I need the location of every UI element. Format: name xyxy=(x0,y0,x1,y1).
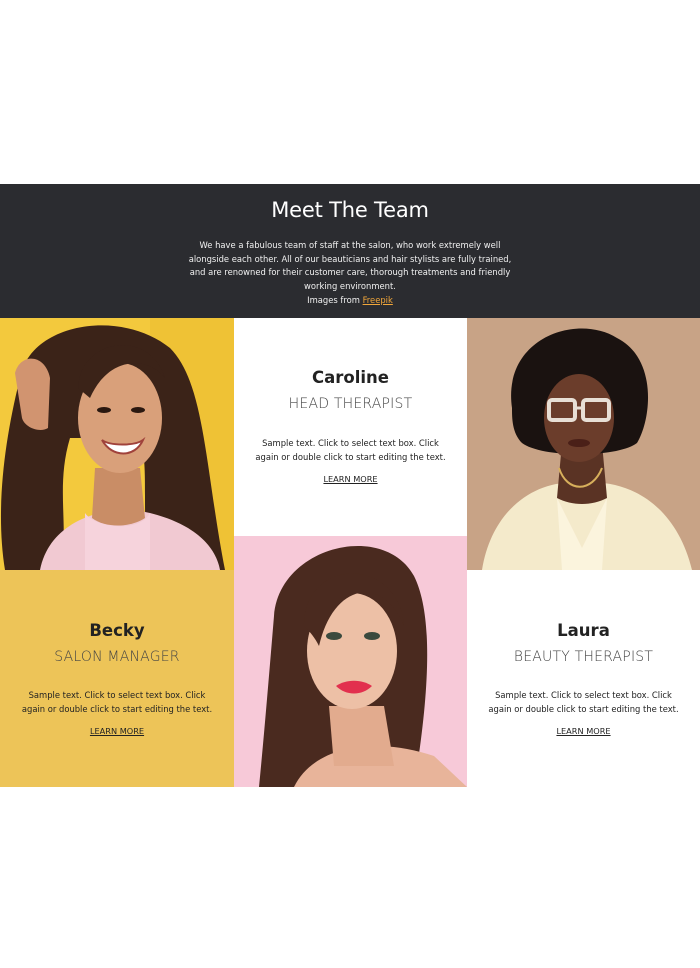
member-bio: Sample text. Click to select text box. C… xyxy=(488,690,679,714)
member-name: Laura xyxy=(557,621,610,640)
member-bio: Sample text. Click to select text box. C… xyxy=(21,690,213,714)
learn-more-link[interactable]: LEARN MORE xyxy=(234,474,467,484)
photo-woman-pink xyxy=(234,536,467,787)
member-name: Caroline xyxy=(312,368,389,387)
member-name: Becky xyxy=(89,621,145,640)
team-description: We have a fabulous team of staff at the … xyxy=(188,240,512,291)
team-header: Meet The Team We have a fabulous team of… xyxy=(0,184,700,318)
learn-more-link[interactable]: LEARN MORE xyxy=(0,726,234,736)
portrait-image-2 xyxy=(234,536,467,787)
team-card-laura: Laura BEAUTY THERAPIST Sample text. Clic… xyxy=(467,570,700,787)
photo-smiling-woman xyxy=(0,318,234,570)
image-credit: Images from Freepik xyxy=(0,295,700,305)
freepik-link[interactable]: Freepik xyxy=(363,295,393,305)
page-title: Meet The Team xyxy=(271,198,429,222)
member-bio: Sample text. Click to select text box. C… xyxy=(255,438,446,462)
credit-prefix: Images from xyxy=(307,295,363,305)
portrait-image-3 xyxy=(467,318,700,570)
photo-woman-glasses xyxy=(467,318,700,570)
member-role: SALON MANAGER xyxy=(54,649,180,665)
team-card-caroline: Caroline HEAD THERAPIST Sample text. Cli… xyxy=(234,318,467,536)
team-card-becky: Becky SALON MANAGER Sample text. Click t… xyxy=(0,570,234,787)
member-role: HEAD THERAPIST xyxy=(288,396,413,412)
member-role: BEAUTY THERAPIST xyxy=(513,649,654,665)
learn-more-link[interactable]: LEARN MORE xyxy=(467,726,700,736)
portrait-image-1 xyxy=(0,318,234,570)
